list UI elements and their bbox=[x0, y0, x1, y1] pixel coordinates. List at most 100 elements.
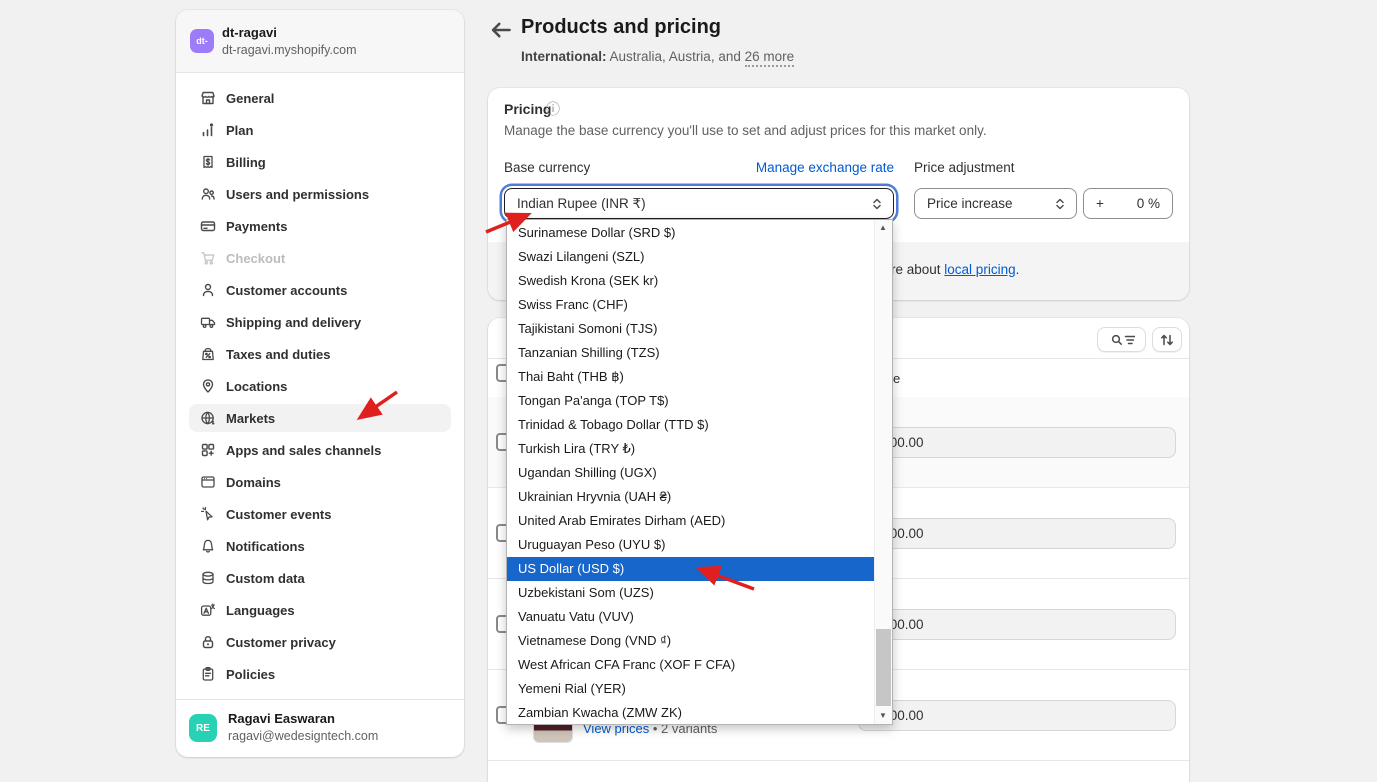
price-input[interactable] bbox=[858, 700, 1176, 731]
page-title: Products and pricing bbox=[521, 16, 721, 39]
currency-option[interactable]: Surinamese Dollar (SRD $) bbox=[507, 221, 875, 245]
sidebar-item-policies[interactable]: Policies bbox=[189, 660, 451, 688]
currency-option[interactable]: West African CFA Franc (XOF F CFA) bbox=[507, 653, 875, 677]
store-name: dt-ragavi bbox=[222, 25, 277, 40]
sidebar-item-label: Customer events bbox=[226, 507, 331, 522]
markets-icon bbox=[200, 410, 216, 426]
sidebar-item-checkout[interactable]: Checkout bbox=[189, 244, 451, 272]
person-icon bbox=[200, 282, 216, 298]
scroll-up-icon[interactable] bbox=[875, 220, 891, 236]
checkout-icon bbox=[200, 250, 216, 266]
currency-option[interactable]: Swazi Lilangeni (SZL) bbox=[507, 245, 875, 269]
sidebar-item-payments[interactable]: Payments bbox=[189, 212, 451, 240]
store-card[interactable]: dt- dt-ragavi dt-ragavi.myshopify.com bbox=[176, 10, 464, 73]
currency-option[interactable]: Yemeni Rial (YER) bbox=[507, 677, 875, 701]
sidebar-item-customer-privacy[interactable]: Customer privacy bbox=[189, 628, 451, 656]
price-input[interactable] bbox=[858, 609, 1176, 640]
currency-option[interactable]: Tanzanian Shilling (TZS) bbox=[507, 341, 875, 365]
lock-icon bbox=[200, 634, 216, 650]
sidebar-item-notifications[interactable]: Notifications bbox=[189, 532, 451, 560]
manage-exchange-rate-link[interactable]: Manage exchange rate bbox=[756, 160, 894, 175]
currency-option[interactable]: Thai Baht (THB ฿) bbox=[507, 365, 875, 389]
info-icon[interactable]: ⓘ bbox=[546, 99, 560, 119]
sidebar-item-custom-data[interactable]: Custom data bbox=[189, 564, 451, 592]
currency-option[interactable]: Uzbekistani Som (UZS) bbox=[507, 581, 875, 605]
currency-option[interactable]: Swedish Krona (SEK kr) bbox=[507, 269, 875, 293]
adjustment-percent-value: 0 % bbox=[1137, 196, 1160, 211]
sidebar-item-label: Customer privacy bbox=[226, 635, 336, 650]
sidebar-item-locations[interactable]: Locations bbox=[189, 372, 451, 400]
sidebar-item-label: Notifications bbox=[226, 539, 305, 554]
sidebar-item-customer-accounts[interactable]: Customer accounts bbox=[189, 276, 451, 304]
sidebar-item-label: General bbox=[226, 91, 274, 106]
pricing-card-title: Pricing bbox=[504, 101, 551, 117]
base-currency-select[interactable]: Indian Rupee (INR ₹) bbox=[504, 188, 894, 219]
subtitle-countries: Australia, Austria, and bbox=[607, 49, 745, 64]
sidebar-item-plan[interactable]: Plan bbox=[189, 116, 451, 144]
sidebar-item-label: Customer accounts bbox=[226, 283, 347, 298]
currency-option[interactable]: Ukrainian Hryvnia (UAH ₴) bbox=[507, 485, 875, 509]
price-input[interactable] bbox=[858, 427, 1176, 458]
price-column-header: e bbox=[893, 371, 900, 386]
currency-option[interactable]: Tajikistani Somoni (TJS) bbox=[507, 317, 875, 341]
plan-icon bbox=[200, 122, 216, 138]
scrollbar-thumb[interactable] bbox=[876, 629, 891, 706]
sidebar-item-billing[interactable]: Billing bbox=[189, 148, 451, 176]
sidebar-item-label: Domains bbox=[226, 475, 281, 490]
adjustment-prefix: + bbox=[1096, 196, 1104, 211]
select-updown-icon bbox=[870, 197, 884, 211]
sidebar-item-languages[interactable]: Languages bbox=[189, 596, 451, 624]
currency-option[interactable]: Trinidad & Tobago Dollar (TTD $) bbox=[507, 413, 875, 437]
search-filter-icon bbox=[1109, 332, 1135, 348]
currency-option[interactable]: Vanuatu Vatu (VUV) bbox=[507, 605, 875, 629]
sidebar-item-general[interactable]: General bbox=[189, 84, 451, 112]
sidebar-item-users-and-permissions[interactable]: Users and permissions bbox=[189, 180, 451, 208]
currency-option[interactable]: Vietnamese Dong (VND ₫) bbox=[507, 629, 875, 653]
sort-button[interactable] bbox=[1152, 327, 1182, 352]
currency-option-list: Surinamese Dollar (SRD $)Swazi Lilangeni… bbox=[507, 221, 875, 725]
currency-option[interactable]: Uruguayan Peso (UYU $) bbox=[507, 533, 875, 557]
settings-sidebar: dt- dt-ragavi dt-ragavi.myshopify.com Ge… bbox=[176, 10, 464, 757]
payments-icon bbox=[200, 218, 216, 234]
currency-option[interactable]: United Arab Emirates Dirham (AED) bbox=[507, 509, 875, 533]
currency-option[interactable]: US Dollar (USD $) bbox=[507, 557, 875, 581]
truck-icon bbox=[200, 314, 216, 330]
customdata-icon bbox=[200, 570, 216, 586]
sidebar-item-domains[interactable]: Domains bbox=[189, 468, 451, 496]
sidebar-item-label: Custom data bbox=[226, 571, 305, 586]
currency-option[interactable]: Swiss Franc (CHF) bbox=[507, 293, 875, 317]
currency-option[interactable]: Turkish Lira (TRY ₺) bbox=[507, 437, 875, 461]
sidebar-item-label: Languages bbox=[226, 603, 295, 618]
sidebar-item-label: Checkout bbox=[226, 251, 285, 266]
scroll-down-icon[interactable] bbox=[875, 708, 891, 724]
more-countries-link[interactable]: 26 more bbox=[745, 49, 795, 67]
sidebar-item-label: Policies bbox=[226, 667, 275, 682]
sidebar-item-taxes-and-duties[interactable]: Taxes and duties bbox=[189, 340, 451, 368]
sidebar-item-label: Taxes and duties bbox=[226, 347, 331, 362]
store-domain: dt-ragavi.myshopify.com bbox=[222, 43, 357, 57]
dropdown-scrollbar[interactable] bbox=[874, 220, 892, 724]
sidebar-item-shipping-and-delivery[interactable]: Shipping and delivery bbox=[189, 308, 451, 336]
base-currency-value: Indian Rupee (INR ₹) bbox=[505, 196, 870, 212]
store-icon bbox=[200, 90, 216, 106]
currency-dropdown-popup: Surinamese Dollar (SRD $)Swazi Lilangeni… bbox=[506, 219, 893, 725]
back-arrow-icon[interactable] bbox=[489, 19, 511, 41]
user-avatar: RE bbox=[189, 714, 217, 742]
user-card[interactable]: RE Ragavi Easwaran ragavi@wedesigntech.c… bbox=[176, 699, 464, 757]
price-input[interactable] bbox=[858, 518, 1176, 549]
banner-fragment: re about bbox=[891, 262, 944, 277]
search-filter-button[interactable] bbox=[1097, 327, 1146, 352]
price-adjustment-select[interactable]: Price increase bbox=[914, 188, 1077, 219]
currency-option[interactable]: Ugandan Shilling (UGX) bbox=[507, 461, 875, 485]
user-email: ragavi@wedesigntech.com bbox=[228, 729, 378, 743]
languages-icon bbox=[200, 602, 216, 618]
local-pricing-link[interactable]: local pricing bbox=[944, 262, 1015, 277]
adjustment-percent-input[interactable]: + 0 % bbox=[1083, 188, 1173, 219]
sidebar-item-label: Plan bbox=[226, 123, 253, 138]
sidebar-item-markets[interactable]: Markets bbox=[189, 404, 451, 432]
sidebar-item-apps-and-sales-channels[interactable]: Apps and sales channels bbox=[189, 436, 451, 464]
currency-option[interactable]: Zambian Kwacha (ZMW ZK) bbox=[507, 701, 875, 725]
sidebar-item-customer-events[interactable]: Customer events bbox=[189, 500, 451, 528]
currency-option[interactable]: Tongan Pa'anga (TOP T$) bbox=[507, 389, 875, 413]
sort-icon bbox=[1159, 332, 1175, 348]
